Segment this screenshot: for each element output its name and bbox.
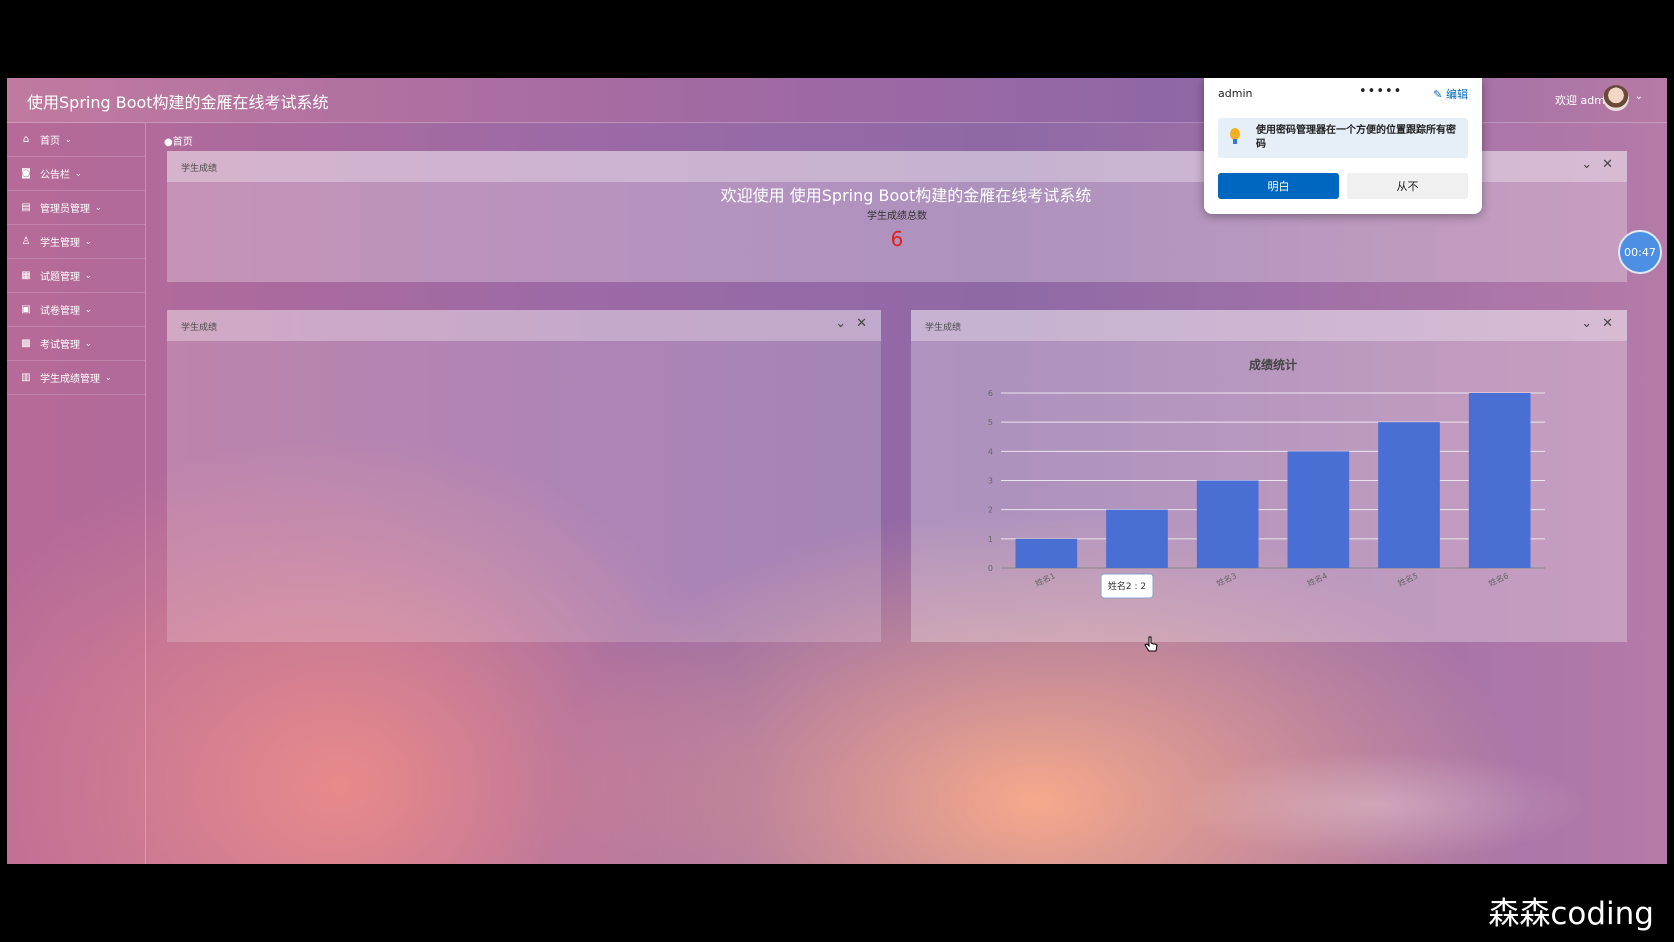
edit-button[interactable]: ✎ 编辑 [1433,86,1468,102]
close-icon[interactable]: ✕ [1602,316,1613,331]
stat-value: 6 [890,227,904,251]
sidebar-item-3[interactable]: ♙ 学生管理 ⌄ [7,225,145,259]
chevron-down-icon: ⌄ [75,169,82,178]
edit-label: 编辑 [1446,88,1468,101]
x-tick-label: 姓名6 [1487,570,1510,588]
chevron-down-icon: ⌄ [65,135,72,144]
x-tick-label: 姓名4 [1305,570,1328,588]
chevron-down-icon[interactable]: ⌄ [1635,91,1643,102]
sidebar-item-1[interactable]: ◙ 公告栏 ⌄ [7,157,145,191]
notice-icon: ◙ [21,168,31,179]
close-icon[interactable]: ✕ [856,316,867,331]
bar [1468,393,1531,568]
sidebar-item-label: 管理员管理 [40,204,90,215]
home-icon: ⌂ [22,134,30,145]
chevron-down-icon[interactable]: ⌄ [1581,157,1592,172]
watermark-logo [1170,750,1590,860]
got-it-button[interactable]: 明白 [1218,173,1339,199]
app-title: 使用Spring Boot构建的金雁在线考试系统 [27,93,329,112]
panel-header: 学生成绩 ⌄ ✕ [167,310,881,341]
panel-title: 学生成绩 [181,323,218,333]
sidebar-item-label: 试题管理 [40,272,80,283]
bar [1015,538,1078,568]
admin-icon: ▤ [21,202,31,213]
password-info-box: 使用密码管理器在一个方便的位置跟踪所有密码 [1218,118,1468,158]
chevron-down-icon: ⌄ [95,203,102,212]
score-icon: ▥ [21,372,31,383]
paper-icon: ▣ [21,304,31,315]
chart-title: 成绩统计 [1249,357,1297,372]
password-manager-popup: admin ••••• ✎ 编辑 使用密码管理器在一个方便的位置跟踪所有密码 明… [1204,78,1482,214]
user-icon: ♙ [21,236,31,247]
y-tick-label: 6 [988,389,993,398]
chevron-down-icon: ⌄ [105,373,112,382]
score-chart-panel: 学生成绩 ⌄ ✕ 成绩统计0123456姓名1姓名2姓名3姓名4姓名5姓名6姓名… [911,310,1627,642]
sidebar-item-label: 首页 [40,136,60,147]
avatar[interactable] [1603,85,1629,111]
sidebar-item-5[interactable]: ▣ 试卷管理 ⌄ [7,293,145,327]
sidebar-item-6[interactable]: ▩ 考试管理 ⌄ [7,327,145,361]
sidebar-item-2[interactable]: ▤ 管理员管理 ⌄ [7,191,145,225]
saved-username: admin [1218,87,1253,100]
score-bar-chart: 成绩统计0123456姓名1姓名2姓名3姓名4姓名5姓名6姓名2 : 2 [988,357,1545,599]
y-tick-label: 4 [988,447,993,456]
grid-icon: ▦ [21,270,31,281]
panel-title: 学生成绩 [181,164,218,174]
chevron-down-icon: ⌄ [85,271,92,280]
chart-tooltip-text: 姓名2 : 2 [1108,580,1146,592]
recording-timer: 00:47 [1618,230,1662,274]
bar [1287,451,1350,568]
y-tick-label: 2 [988,506,993,515]
chevron-down-icon[interactable]: ⌄ [1581,316,1592,331]
chevron-down-icon: ⌄ [85,305,92,314]
sidebar-item-0[interactable]: ⌂ 首页 ⌄ [7,123,145,157]
y-tick-label: 1 [988,535,993,544]
chevron-down-icon[interactable]: ⌄ [835,316,846,331]
bar [1196,480,1259,568]
watermark-text: 森森coding [1488,896,1654,932]
sidebar-item-label: 考试管理 [40,340,80,351]
y-tick-label: 3 [988,477,993,486]
sidebar: ⌂ 首页 ⌄ ◙ 公告栏 ⌄ ▤ 管理员管理 ⌄ ♙ 学生管理 ⌄ ▦ 试题管理 ⌄ ▣ 试卷管理 ⌄ ▩ 考试管理 ⌄… [7,123,146,864]
breadcrumb[interactable]: ●首页 [164,133,193,148]
sidebar-item-label: 学生管理 [40,238,80,249]
panel-header: 学生成绩 ⌄ ✕ [911,310,1627,341]
lightbulb-icon [1230,128,1240,144]
sidebar-item-4[interactable]: ▦ 试题管理 ⌄ [7,259,145,293]
x-tick-label: 姓名5 [1396,570,1419,588]
exam-icon: ▩ [21,338,31,349]
masked-password: ••••• [1359,84,1403,99]
x-tick-label: 姓名3 [1215,570,1238,588]
never-button[interactable]: 从不 [1347,173,1468,199]
hand-cursor-icon [1144,636,1158,652]
panel-title: 学生成绩 [925,323,962,333]
pencil-icon: ✎ [1433,88,1443,101]
chevron-down-icon: ⌄ [85,339,92,348]
left-score-panel: 学生成绩 ⌄ ✕ [167,310,881,642]
bar [1106,509,1168,568]
sidebar-item-label: 试卷管理 [40,306,80,317]
close-icon[interactable]: ✕ [1602,157,1613,172]
sidebar-item-label: 公告栏 [40,170,70,181]
bar [1378,422,1440,568]
sidebar-item-7[interactable]: ▥ 学生成绩管理 ⌄ [7,361,145,395]
y-tick-label: 0 [988,564,993,573]
y-tick-label: 5 [988,418,993,427]
chevron-down-icon: ⌄ [85,237,92,246]
password-info-text: 使用密码管理器在一个方便的位置跟踪所有密码 [1256,125,1456,150]
sidebar-item-label: 学生成绩管理 [40,374,100,385]
x-tick-label: 姓名1 [1033,570,1056,588]
